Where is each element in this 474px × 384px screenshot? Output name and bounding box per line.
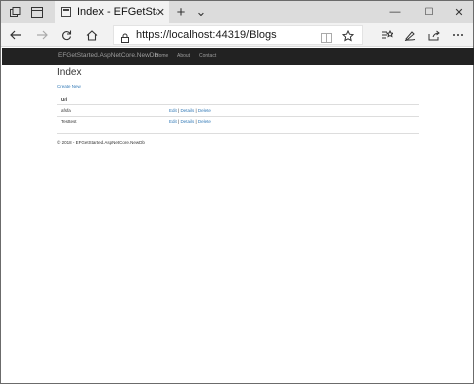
site-brand-link[interactable]: EFGetStarted.AspNetCore.NewDb	[58, 52, 158, 59]
details-link[interactable]: Details	[180, 108, 194, 113]
tab-list-chevron-icon[interactable]: ⌄	[193, 1, 209, 23]
minimize-button[interactable]: —	[381, 1, 409, 23]
browser-tab[interactable]: Index - EFGetStarted.As ✕	[55, 1, 169, 23]
table-row-actions: Edit | Details | Delete	[169, 108, 211, 113]
footer-divider	[57, 133, 419, 134]
site-navbar: EFGetStarted.AspNetCore.NewDb Home About…	[2, 48, 474, 65]
url-text: https://localhost:44319/Blogs	[136, 29, 277, 41]
pen-notes-icon[interactable]	[399, 23, 421, 47]
tab-manager-icon[interactable]	[5, 1, 25, 23]
back-arrow-icon[interactable]	[5, 23, 27, 47]
table-header-divider	[57, 104, 419, 105]
site-footer: © 2018 - EFGetStarted.AspNetCore.NewDb	[57, 140, 145, 145]
set-aside-tabs-icon[interactable]	[27, 1, 47, 23]
nav-about-link[interactable]: About	[177, 53, 190, 59]
new-tab-button[interactable]: +	[173, 1, 189, 23]
favorite-star-icon[interactable]	[341, 29, 355, 47]
share-icon[interactable]	[423, 23, 445, 47]
more-icon[interactable]	[447, 23, 469, 47]
delete-link[interactable]: Delete	[198, 108, 211, 113]
table-row-url: Testtest	[61, 119, 77, 124]
table-row-url: afsfa	[61, 108, 71, 113]
title-bar: Index - EFGetStarted.As ✕ + ⌄ — ☐ ✕	[1, 1, 473, 23]
window-close-button[interactable]: ✕	[445, 1, 473, 23]
edit-link[interactable]: Edit	[169, 119, 177, 124]
browser-window: Index - EFGetStarted.As ✕ + ⌄ — ☐ ✕ http…	[0, 0, 474, 384]
address-bar[interactable]: https://localhost:44319/Blogs	[113, 25, 363, 45]
reading-view-icon[interactable]	[321, 30, 332, 48]
maximize-button[interactable]: ☐	[415, 1, 443, 23]
details-link[interactable]: Details	[180, 119, 194, 124]
page-title: Index	[57, 67, 82, 78]
refresh-icon[interactable]	[55, 23, 77, 47]
tab-title: Index - EFGetStarted.As	[77, 6, 157, 18]
create-new-link[interactable]: Create New	[57, 84, 81, 89]
forward-arrow-icon[interactable]	[31, 23, 53, 47]
edit-link[interactable]: Edit	[169, 108, 177, 113]
table-row-divider	[57, 116, 419, 117]
url-column-header: Url	[61, 97, 68, 102]
nav-home-link[interactable]: Home	[155, 53, 168, 59]
nav-contact-link[interactable]: Contact	[199, 53, 216, 59]
page-icon	[61, 7, 71, 17]
browser-toolbar: https://localhost:44319/Blogs	[1, 23, 473, 47]
lock-icon	[121, 30, 129, 48]
table-row-actions: Edit | Details | Delete	[169, 119, 211, 124]
page-content: Index Create New Url afsfa Edit | Detail…	[57, 67, 419, 145]
delete-link[interactable]: Delete	[198, 119, 211, 124]
home-icon[interactable]	[81, 23, 103, 47]
tab-close-button[interactable]: ✕	[156, 1, 165, 23]
favorites-hub-icon[interactable]	[376, 23, 398, 47]
